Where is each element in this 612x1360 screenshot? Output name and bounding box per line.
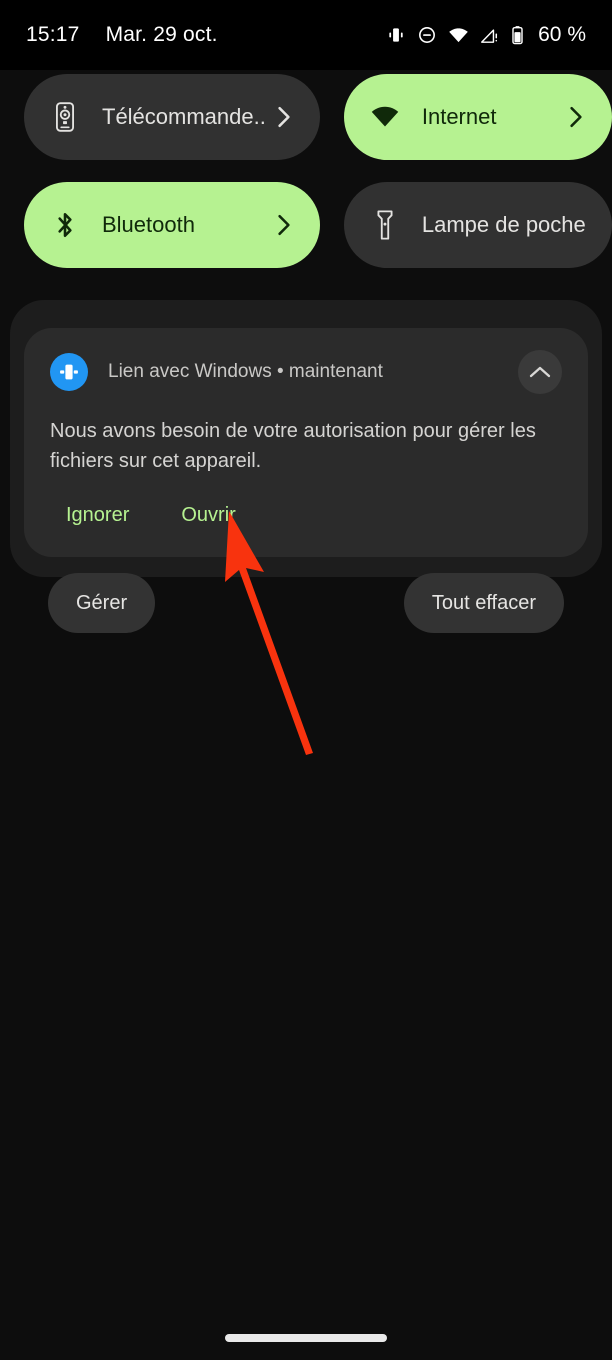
phone-screen: 15:17 Mar. 29 oct. 60 % Télécommande.. I… [0,0,612,1360]
status-bar: 15:17 Mar. 29 oct. 60 % [0,0,612,70]
notification-header: Lien avec Windows • maintenant [50,350,562,394]
qs-tile-telecommande[interactable]: Télécommande.. [24,74,320,160]
qs-tile-internet[interactable]: Internet [343,74,612,160]
navigation-bar [0,1316,612,1360]
wifi-icon [370,102,400,132]
vibrate-icon [386,25,406,45]
home-indicator[interactable] [225,1334,387,1342]
notification-lien-avec-windows[interactable]: Lien avec Windows • maintenant Nous avon… [24,328,588,557]
bluetooth-icon [50,210,80,240]
qs-tile-label: Télécommande.. [102,104,266,129]
qs-tile-lampe-de-poche[interactable]: Lampe de poche [343,182,612,268]
battery-icon [510,25,525,45]
clear-all-button[interactable]: Tout effacer [403,573,564,633]
battery-percent-label: 60 % [538,23,586,46]
chevron-right-icon[interactable] [566,106,586,128]
status-date: Mar. 29 oct. [105,23,218,46]
chevron-right-icon[interactable] [274,106,294,128]
notification-actions: Ignorer Ouvrir [50,500,562,531]
chevron-up-icon[interactable] [518,350,562,394]
status-bar-left: 15:17 Mar. 29 oct. [26,23,386,47]
cell-signal-warning-icon [480,26,499,45]
status-bar-right: 60 % [386,23,586,47]
notification-body-text: Nous avons besoin de votre autorisation … [50,420,536,472]
manage-button[interactable]: Gérer [48,573,156,633]
qs-tile-bluetooth[interactable]: Bluetooth [24,182,320,268]
wifi-icon [448,25,469,46]
notification-app-name-and-time: Lien avec Windows • maintenant [108,361,383,382]
chevron-right-icon[interactable] [274,214,294,236]
remote-control-icon [50,102,80,132]
status-time: 15:17 [26,23,80,46]
qs-tile-label: Bluetooth [102,212,195,237]
link-to-windows-icon [50,353,88,391]
flashlight-icon [370,210,400,240]
do-not-disturb-icon [417,25,437,45]
quick-settings-grid: Télécommande.. Internet Bluetooth Lampe … [0,74,612,268]
notification-action-ignorer[interactable]: Ignorer [50,500,145,531]
shade-footer: Gérer Tout effacer [0,573,612,633]
qs-tile-label: Lampe de poche [421,212,586,237]
notification-group: Lien avec Windows • maintenant Nous avon… [10,300,602,577]
qs-tile-label: Internet [421,104,497,129]
notification-action-ouvrir[interactable]: Ouvrir [165,500,251,531]
